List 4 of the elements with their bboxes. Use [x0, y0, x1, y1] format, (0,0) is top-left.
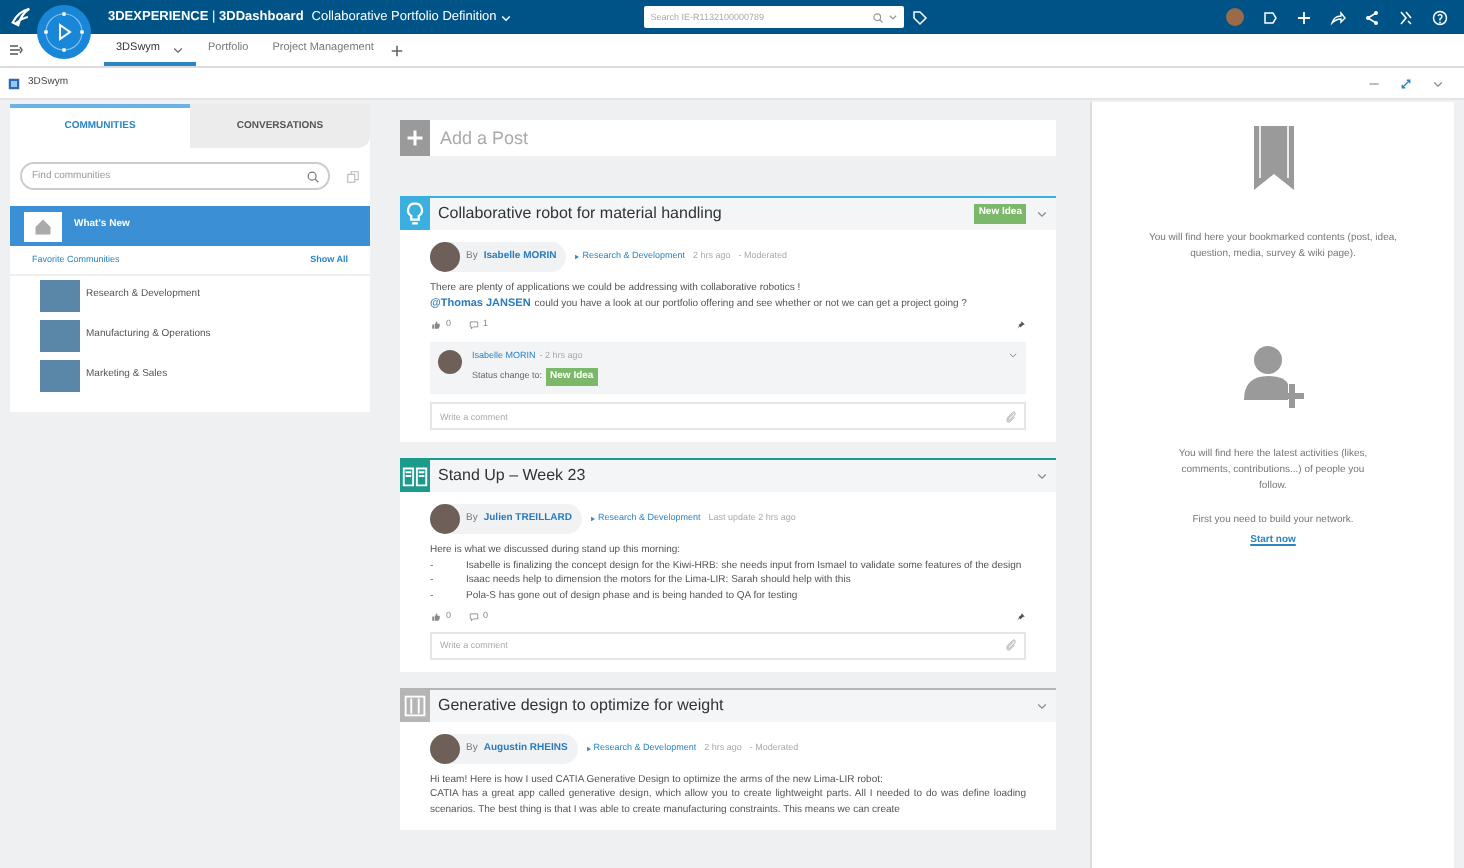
add-post-field[interactable]: Add a Post: [430, 120, 1056, 156]
post-title: Stand Up – Week 23: [438, 464, 588, 488]
post-title: Collaborative robot for material handling: [438, 202, 724, 226]
post-title: Generative design to optimize for weight: [438, 693, 726, 718]
